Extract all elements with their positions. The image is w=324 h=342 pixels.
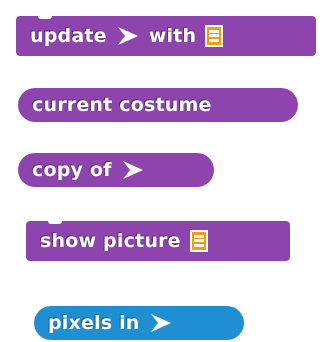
copy-of-block[interactable]: copy of: [18, 153, 214, 187]
show-picture-block[interactable]: show picture: [26, 220, 290, 261]
list-icon[interactable]: [189, 230, 208, 252]
copy-of-label: copy of: [32, 158, 112, 181]
chevron-arrow-icon[interactable]: [149, 312, 173, 334]
pixels-in-block[interactable]: pixels in: [34, 306, 244, 340]
current-costume-label: current costume: [32, 93, 212, 116]
pixels-in-label: pixels in: [48, 311, 140, 334]
list-icon[interactable]: [205, 25, 224, 47]
update-label: update: [30, 24, 107, 47]
show-picture-label: show picture: [40, 229, 181, 252]
chevron-arrow-icon[interactable]: [121, 159, 145, 181]
current-costume-block[interactable]: current costume: [18, 88, 298, 122]
update-with-block[interactable]: update with: [16, 15, 316, 56]
with-label: with: [148, 24, 197, 47]
chevron-arrow-icon[interactable]: [116, 25, 140, 47]
